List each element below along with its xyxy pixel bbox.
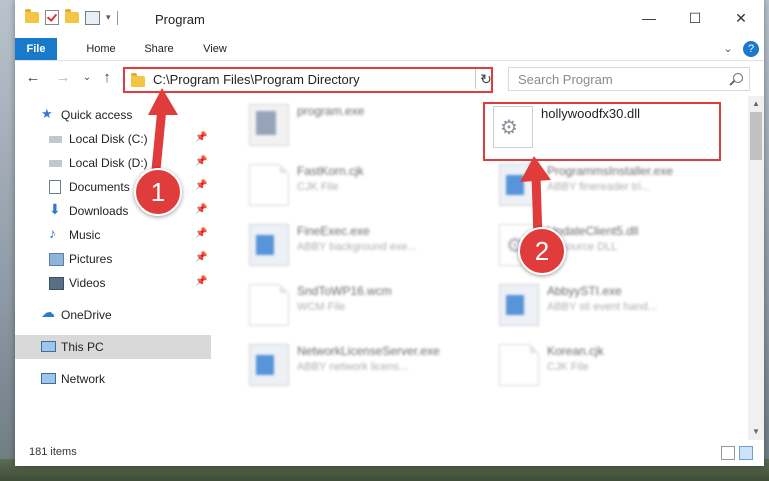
- callout-badge-1: 1: [134, 168, 182, 216]
- arrow-1-head: [148, 88, 178, 115]
- callout-badge-2: 2: [518, 227, 566, 275]
- callout-arrows: [148, 88, 551, 239]
- arrow-2-head: [520, 156, 551, 182]
